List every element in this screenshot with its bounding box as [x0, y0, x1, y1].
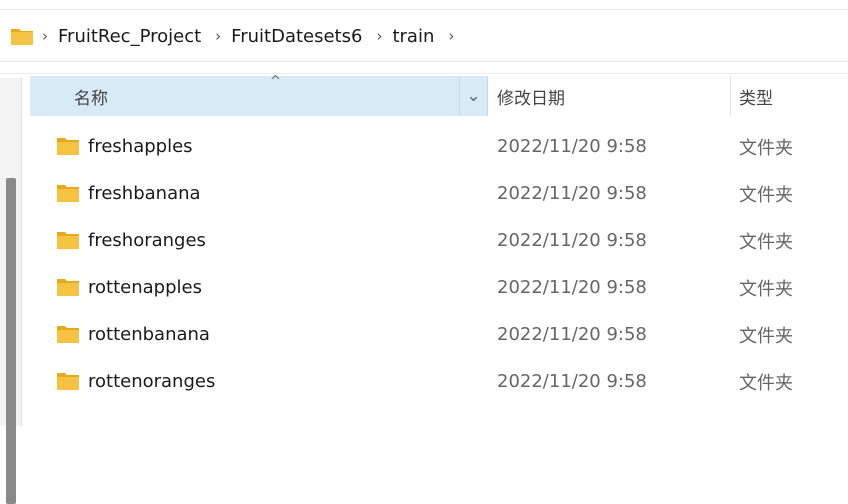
chevron-right-icon[interactable]: ›	[207, 21, 229, 51]
address-bar[interactable]: › FruitRec_Project › FruitDatesets6 › tr…	[0, 11, 848, 61]
folder-icon	[56, 278, 80, 297]
folder-icon	[56, 372, 80, 391]
modified-date: 2022/11/20 9:58	[497, 230, 647, 251]
sort-ascending-icon: ^	[270, 74, 281, 89]
list-item[interactable]: rottenoranges 2022/11/20 9:58 文件夹	[30, 358, 848, 405]
file-type: 文件夹	[739, 184, 793, 206]
file-list: freshapples 2022/11/20 9:58 文件夹 freshban…	[30, 123, 848, 405]
column-header-type-label: 类型	[739, 88, 773, 109]
column-header-name-label: 名称	[74, 88, 108, 109]
chevron-down-icon[interactable]: ⌄	[459, 76, 487, 116]
file-type: 文件夹	[739, 278, 793, 300]
file-type: 文件夹	[739, 231, 793, 253]
file-type: 文件夹	[739, 325, 793, 347]
file-name: rottenapples	[88, 277, 202, 298]
column-header-date-label: 修改日期	[497, 88, 565, 109]
list-item[interactable]: freshoranges 2022/11/20 9:58 文件夹	[30, 217, 848, 264]
file-name: freshapples	[88, 136, 193, 157]
folder-icon	[56, 325, 80, 344]
scrollbar-thumb[interactable]	[6, 178, 16, 504]
column-header-type[interactable]: 类型	[731, 76, 848, 116]
file-name: freshoranges	[88, 230, 206, 251]
modified-date: 2022/11/20 9:58	[497, 371, 647, 392]
column-header-date[interactable]: 修改日期	[488, 76, 731, 116]
navigation-scrollbar[interactable]	[0, 78, 22, 504]
file-name: freshbanana	[88, 183, 201, 204]
window-top-strip	[0, 0, 848, 10]
chevron-right-icon[interactable]: ›	[34, 21, 56, 51]
modified-date: 2022/11/20 9:58	[497, 136, 647, 157]
modified-date: 2022/11/20 9:58	[497, 183, 647, 204]
list-item[interactable]: rottenbanana 2022/11/20 9:58 文件夹	[30, 311, 848, 358]
file-type: 文件夹	[739, 372, 793, 394]
breadcrumb-train[interactable]: train	[390, 26, 440, 47]
file-name: rottenoranges	[88, 371, 216, 392]
toolbar-gap	[0, 62, 848, 74]
modified-date: 2022/11/20 9:58	[497, 277, 647, 298]
column-header-name[interactable]: ^ 名称 ⌄	[30, 74, 488, 116]
folder-icon	[56, 231, 80, 250]
file-type: 文件夹	[739, 137, 793, 159]
folder-icon	[56, 137, 80, 156]
column-header: ^ 名称 ⌄ 修改日期 类型	[30, 74, 848, 116]
list-item[interactable]: freshapples 2022/11/20 9:58 文件夹	[30, 123, 848, 170]
chevron-right-icon[interactable]: ›	[440, 21, 462, 51]
folder-icon	[56, 184, 80, 203]
list-item[interactable]: rottenapples 2022/11/20 9:58 文件夹	[30, 264, 848, 311]
folder-icon	[10, 26, 34, 46]
file-name: rottenbanana	[88, 324, 210, 345]
modified-date: 2022/11/20 9:58	[497, 324, 647, 345]
breadcrumb-datasets[interactable]: FruitDatesets6	[229, 26, 368, 47]
list-item[interactable]: freshbanana 2022/11/20 9:58 文件夹	[30, 170, 848, 217]
breadcrumb-project[interactable]: FruitRec_Project	[56, 26, 207, 47]
chevron-right-icon[interactable]: ›	[368, 21, 390, 51]
